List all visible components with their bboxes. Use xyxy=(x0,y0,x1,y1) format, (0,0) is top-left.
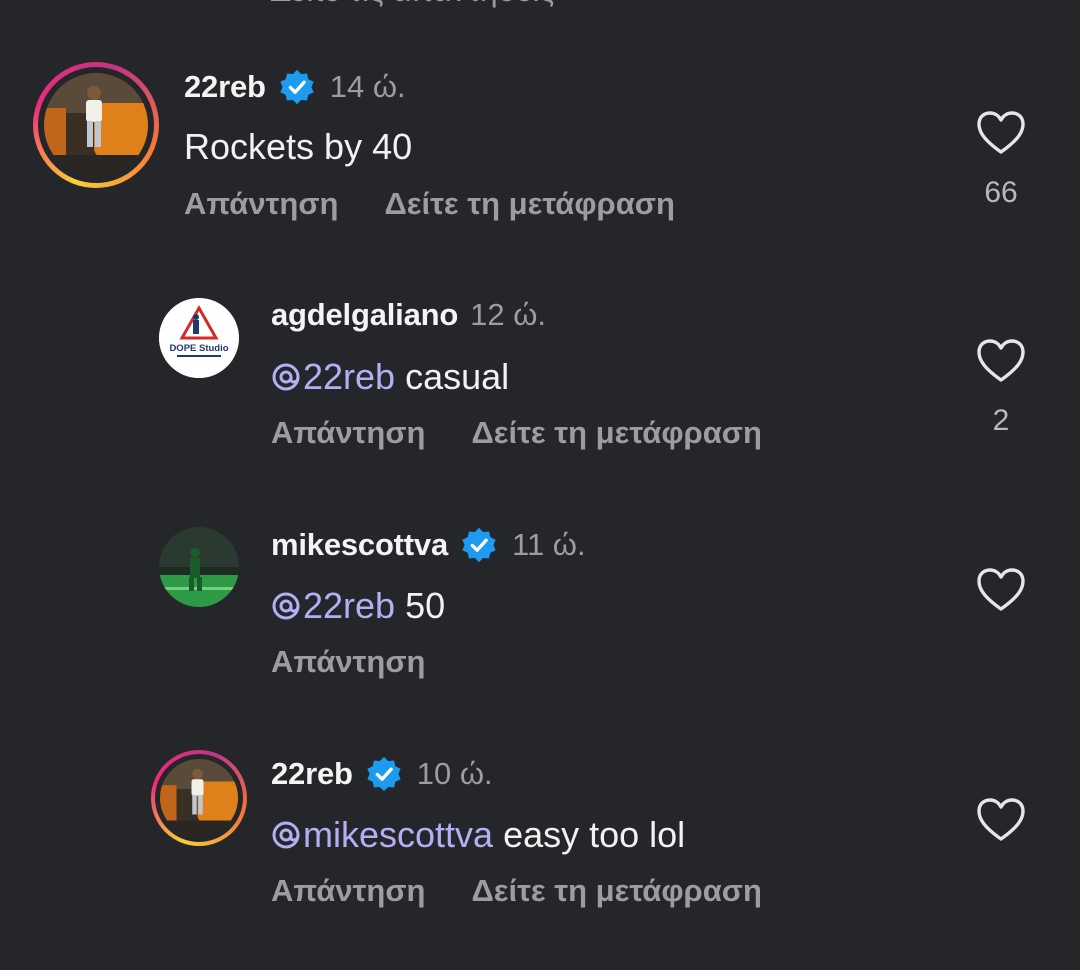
threads-at-icon xyxy=(272,592,300,620)
comment-actions: Απάντηση Δείτε τη μετάφραση xyxy=(271,415,762,451)
comment-meta: agdelgaliano 12 ώ. xyxy=(271,297,546,333)
comment-text: 22reb casual xyxy=(271,356,509,398)
username[interactable]: 22reb xyxy=(271,756,353,792)
soccer-field-avatar-icon xyxy=(159,527,239,607)
svg-text:DOPE Studio: DOPE Studio xyxy=(169,343,228,354)
username[interactable]: mikescottva xyxy=(271,527,448,563)
heart-icon[interactable] xyxy=(976,110,1026,156)
like-count: 66 xyxy=(984,176,1018,209)
mention-text[interactable]: 22reb xyxy=(303,356,395,397)
like-control: 2 xyxy=(976,338,1026,438)
person-car-avatar-icon xyxy=(160,759,238,837)
comment-body-text: casual xyxy=(395,356,510,397)
comment-timestamp: 14 ώ. xyxy=(329,69,406,104)
heart-icon[interactable] xyxy=(976,338,1026,384)
comment-actions: Απάντηση Δείτε τη μετάφραση xyxy=(271,873,762,909)
comment-actions: Απάντηση Δείτε τη μετάφραση xyxy=(184,186,675,222)
reply-button[interactable]: Απάντηση xyxy=(271,644,425,680)
username[interactable]: agdelgaliano xyxy=(271,297,458,333)
reply-button[interactable]: Απάντηση xyxy=(271,873,425,909)
comment-body-text: 50 xyxy=(395,585,446,626)
mention-text[interactable]: 22reb xyxy=(303,585,395,626)
mention-link[interactable]: mikescottva xyxy=(271,814,493,855)
like-count: 2 xyxy=(992,404,1010,437)
see-translation-button[interactable]: Δείτε τη μετάφραση xyxy=(471,415,761,451)
see-translation-button[interactable]: Δείτε τη μετάφραση xyxy=(471,873,761,909)
comment-body-text: easy too lol xyxy=(493,814,686,855)
mention-text[interactable]: mikescottva xyxy=(303,814,493,855)
mention-link[interactable]: 22reb xyxy=(271,356,395,397)
avatar[interactable] xyxy=(44,73,148,177)
avatar[interactable] xyxy=(160,759,238,837)
verified-badge-icon xyxy=(280,69,314,105)
dope-studio-logo-icon: DOPE Studio xyxy=(159,298,239,378)
comment-text: Rockets by 40 xyxy=(184,126,413,167)
comment-actions: Απάντηση xyxy=(271,644,425,680)
username[interactable]: 22reb xyxy=(184,69,266,105)
reply-button[interactable]: Απάντηση xyxy=(184,186,338,222)
threads-at-icon xyxy=(272,821,300,849)
like-control xyxy=(976,797,1026,843)
like-control xyxy=(976,567,1026,613)
like-control: 66 xyxy=(976,110,1026,210)
comment-timestamp: 10 ώ. xyxy=(416,756,493,791)
heart-icon[interactable] xyxy=(976,567,1026,613)
reply-button[interactable]: Απάντηση xyxy=(271,415,425,451)
comment-timestamp: 12 ώ. xyxy=(470,297,547,332)
comment-text: mikescottva easy too lol xyxy=(271,814,685,856)
comment-meta: 22reb 10 ώ. xyxy=(271,755,493,793)
see-translation-button[interactable]: Δείτε τη μετάφραση xyxy=(384,186,674,222)
threads-at-icon xyxy=(272,363,300,391)
avatar[interactable] xyxy=(159,527,239,607)
partial-view-replies-link[interactable]: Δείτε τις απαντήσεις xyxy=(270,0,554,9)
heart-icon[interactable] xyxy=(976,797,1026,843)
mention-link[interactable]: 22reb xyxy=(271,585,395,626)
comment-text: 22reb 50 xyxy=(271,585,445,627)
avatar[interactable]: DOPE Studio xyxy=(159,298,239,378)
comment-meta: mikescottva 11 ώ. xyxy=(271,526,586,564)
verified-badge-icon xyxy=(462,527,496,563)
comment-meta: 22reb 14 ώ. xyxy=(184,68,406,106)
person-car-avatar-icon xyxy=(44,73,148,177)
verified-badge-icon xyxy=(367,756,401,792)
comment-timestamp: 11 ώ. xyxy=(512,527,586,562)
